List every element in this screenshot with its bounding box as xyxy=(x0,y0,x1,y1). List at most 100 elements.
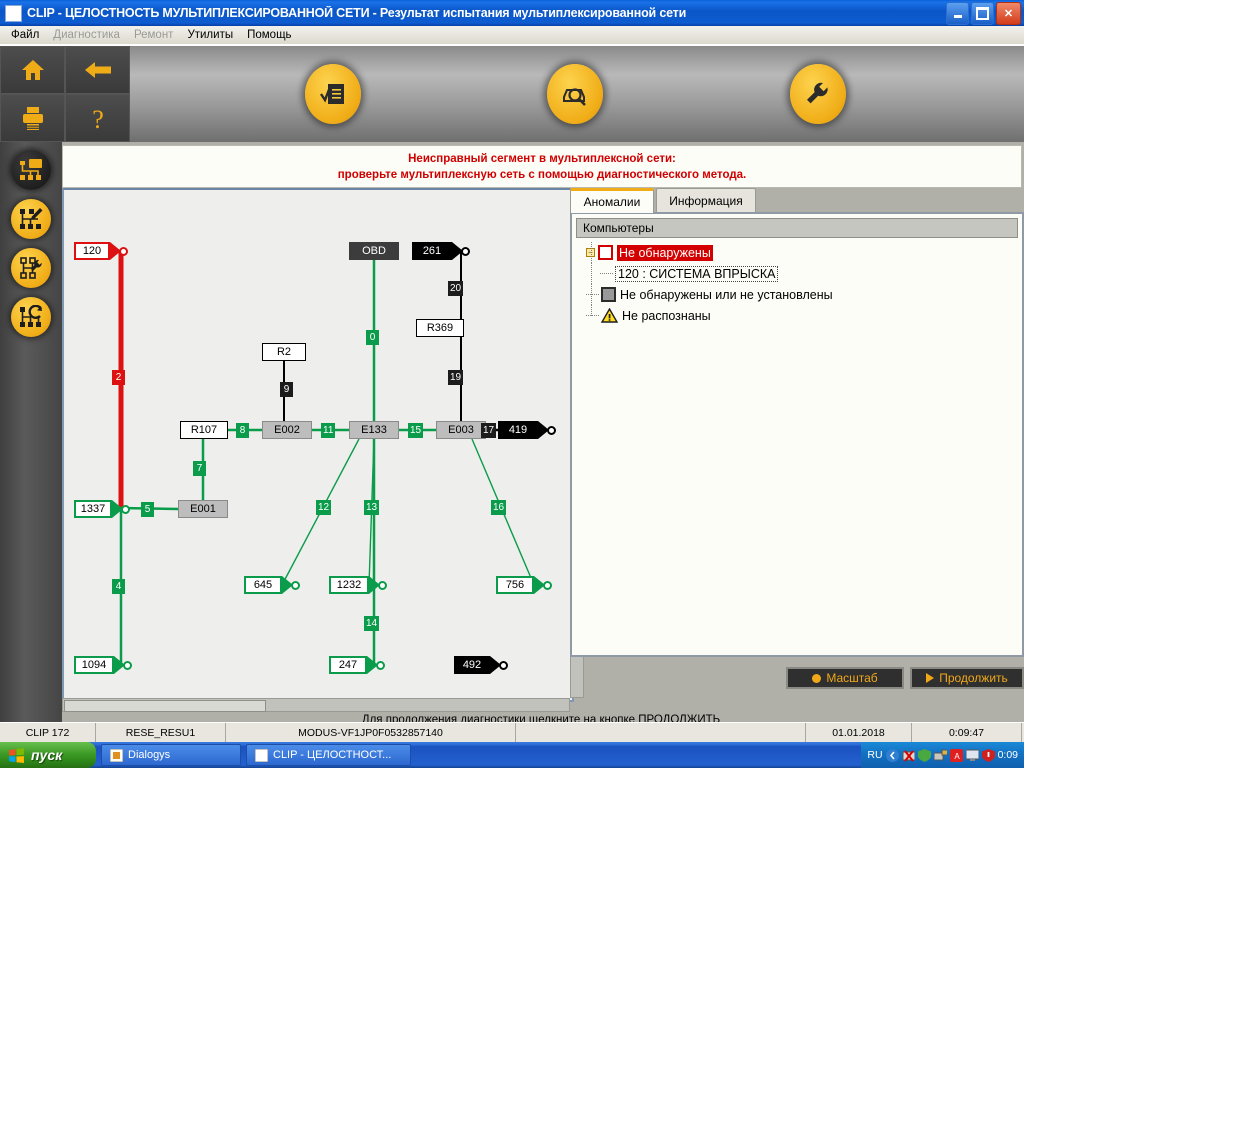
close-button[interactable]: ✕ xyxy=(996,2,1021,25)
home-button[interactable] xyxy=(0,46,65,94)
vehicle-search-icon xyxy=(563,88,586,106)
help-button[interactable]: ? xyxy=(65,94,130,142)
status-bar: CLIP 172 RESE_RESU1 MODUS-VF1JP0F053285714… xyxy=(0,722,1024,743)
diagram-badge-12[interactable]: 12 xyxy=(316,500,332,515)
rail-item-network-wrench[interactable] xyxy=(11,248,51,288)
network-edit-icon xyxy=(20,208,43,229)
diagram-node-1337[interactable]: 1337 xyxy=(74,500,112,518)
minimize-button[interactable] xyxy=(946,2,969,25)
diagram-node-r369[interactable]: R369 xyxy=(416,319,464,337)
diagram-badge-19[interactable]: 19 xyxy=(448,370,464,385)
taskbar-item-clip[interactable]: CLIP - ЦЕЛОСТНОСТ... xyxy=(246,744,411,766)
network-diagram-panel[interactable]: 120 OBD 261 R369 R2 R107 E002 E133 E003 419 1337 E0… xyxy=(62,188,574,702)
diagram-node-e133[interactable]: E133 xyxy=(349,421,399,439)
rail-item-network-refresh[interactable] xyxy=(11,297,51,337)
tray-expand-icon[interactable] xyxy=(885,748,899,762)
tray-shield-icon[interactable] xyxy=(917,748,931,762)
tray-clock: 0:09 xyxy=(997,749,1018,761)
diagram-node-645[interactable]: 645 xyxy=(244,576,282,594)
tree-row-unrecognized[interactable]: Не распознаны xyxy=(578,305,1018,326)
svg-text:A: A xyxy=(954,752,960,761)
checklist-icon xyxy=(320,84,344,104)
print-button[interactable] xyxy=(0,94,65,142)
left-rail xyxy=(0,142,62,722)
diagram-node-r107[interactable]: R107 xyxy=(180,421,228,439)
tray-display-icon[interactable] xyxy=(965,749,979,762)
diagram-node-261[interactable]: 261 xyxy=(412,242,452,260)
diagram-badge-17[interactable]: 17 xyxy=(481,423,497,438)
diagram-badge-16[interactable]: 16 xyxy=(491,500,507,515)
tray-ati-icon[interactable]: A xyxy=(949,748,963,762)
start-button[interactable]: пуск xyxy=(0,742,96,768)
status-cell-1: RESE_RESU1 xyxy=(96,723,226,743)
continue-button-label: Продолжить xyxy=(939,671,1008,685)
status-cell-3 xyxy=(516,723,806,743)
menu-item-utilities[interactable]: Утилиты xyxy=(180,28,240,42)
back-button[interactable] xyxy=(65,46,130,94)
diagram-node-1094[interactable]: 1094 xyxy=(74,656,114,674)
diagram-badge-7[interactable]: 7 xyxy=(193,461,206,476)
diagram-badge-4[interactable]: 4 xyxy=(112,579,125,594)
checklist-button[interactable] xyxy=(305,64,361,124)
diagram-horizontal-scrollbar[interactable] xyxy=(62,698,570,712)
diagram-node-e002[interactable]: E002 xyxy=(262,421,312,439)
rail-item-network-list[interactable] xyxy=(11,150,51,190)
tree-label-not-installed: Не обнаружены или не установлены xyxy=(620,287,833,302)
title-bar: CLIP - ЦЕЛОСТНОСТЬ МУЛЬТИПЛЕКСИРОВАННОЙ … xyxy=(0,0,1024,26)
tray-language[interactable]: RU xyxy=(867,749,882,761)
wrench-button[interactable] xyxy=(790,64,846,124)
window-icon xyxy=(5,4,22,22)
taskbar-item-dialogys-label: Dialogys xyxy=(128,749,171,761)
diagram-node-419[interactable]: 419 xyxy=(498,421,538,439)
diagram-badge-9[interactable]: 9 xyxy=(280,382,293,397)
diagram-badge-14[interactable]: 14 xyxy=(364,616,380,631)
scale-button[interactable]: Масштаб xyxy=(786,667,904,689)
diagram-node-247[interactable]: 247 xyxy=(329,656,367,674)
diagram-badge-8[interactable]: 8 xyxy=(236,423,249,438)
diagram-node-1232[interactable]: 1232 xyxy=(329,576,369,594)
maximize-button[interactable] xyxy=(971,2,994,25)
diagram-node-obd[interactable]: OBD xyxy=(349,242,399,260)
network-wrench-icon xyxy=(20,257,42,279)
clip-icon xyxy=(255,748,268,762)
menu-item-file[interactable]: Файл xyxy=(4,28,46,42)
fault-banner: Неисправный сегмент в мультиплексной сет… xyxy=(62,145,1022,188)
tray-network-icon[interactable] xyxy=(902,749,915,762)
diagram-node-e003[interactable]: E003 xyxy=(436,421,486,439)
anomalies-panel: Компьютеры − Не обнаружены 120 : СИСТЕМА… xyxy=(570,212,1024,657)
windows-flag-icon xyxy=(9,747,24,763)
tab-information[interactable]: Информация xyxy=(656,188,756,212)
scrollbar-thumb[interactable] xyxy=(64,700,266,712)
tray-devices-icon[interactable] xyxy=(933,749,947,762)
diagram-badge-13[interactable]: 13 xyxy=(364,500,380,515)
menu-item-diagnostics: Диагностика xyxy=(53,29,120,41)
diagram-badge-5[interactable]: 5 xyxy=(141,502,154,517)
tab-anomalies[interactable]: Аномалии xyxy=(570,188,654,213)
network-diagram[interactable]: 120 OBD 261 R369 R2 R107 E002 E133 E003 419 1337 E0… xyxy=(64,190,568,696)
diagram-node-r2[interactable]: R2 xyxy=(262,343,306,361)
diagram-badge-0[interactable]: 0 xyxy=(366,330,379,345)
toolbar-icon-grid: ? xyxy=(0,46,130,142)
tray-safety-icon[interactable] xyxy=(981,748,995,762)
start-button-label: пуск xyxy=(31,747,63,763)
tree-row-not-installed[interactable]: Не обнаружены или не установлены xyxy=(578,284,1018,305)
menu-bar: Файл Диагностика Ремонт Утилиты Помощь xyxy=(0,26,1024,44)
rail-item-network-edit[interactable] xyxy=(11,199,51,239)
tree-row-ecu-120[interactable]: 120 : СИСТЕМА ВПРЫСКА xyxy=(578,263,1018,284)
tree-row-not-found[interactable]: − Не обнаружены xyxy=(578,242,1018,263)
diagram-node-756[interactable]: 756 xyxy=(496,576,534,594)
diagram-node-492[interactable]: 492 xyxy=(454,656,490,674)
menu-item-help[interactable]: Помощь xyxy=(240,28,298,42)
taskbar-item-dialogys[interactable]: Dialogys xyxy=(101,744,241,766)
diagram-badge-2[interactable]: 2 xyxy=(112,370,125,385)
diagram-node-e001[interactable]: E001 xyxy=(178,500,228,518)
diagram-badge-15[interactable]: 15 xyxy=(408,423,424,438)
continue-button[interactable]: Продолжить xyxy=(910,667,1024,689)
diagram-node-120[interactable]: 120 xyxy=(74,242,110,260)
window-title: CLIP - ЦЕЛОСТНОСТЬ МУЛЬТИПЛЕКСИРОВАННОЙ … xyxy=(27,6,687,20)
vehicle-search-button[interactable] xyxy=(547,64,603,124)
tree-header: Компьютеры xyxy=(576,218,1018,238)
diagram-badge-11[interactable]: 11 xyxy=(321,423,336,438)
tree-label-unrecognized: Не распознаны xyxy=(622,308,711,323)
diagram-badge-20[interactable]: 20 xyxy=(448,281,464,296)
